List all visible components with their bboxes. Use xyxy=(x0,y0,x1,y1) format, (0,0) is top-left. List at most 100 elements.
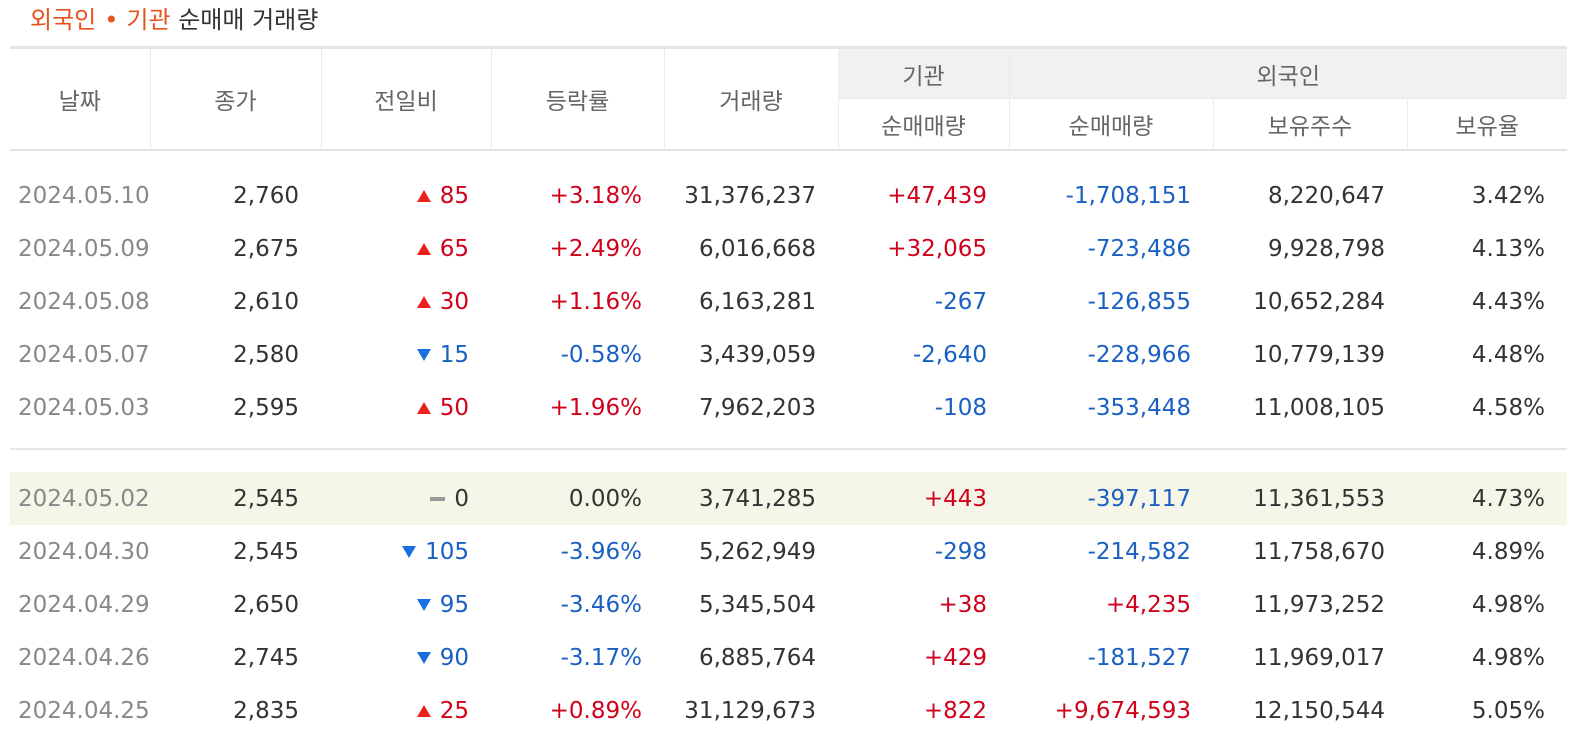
cell-foreign-hold: 11,758,670 xyxy=(1253,538,1385,565)
title-rest: 순매매 거래량 xyxy=(178,6,319,34)
cell-change-value: 30 xyxy=(439,288,469,315)
cell-close: 2,545 xyxy=(233,538,299,565)
cell-foreign-net: -1,708,151 xyxy=(1065,182,1191,209)
cell-change: 105 xyxy=(321,525,491,578)
group-header-foreign: 외국인 xyxy=(1009,49,1567,99)
cell-foreign-hold: 11,361,553 xyxy=(1213,472,1407,525)
row-group-divider xyxy=(10,448,1567,450)
col-header-foreign-ratio: 보유율 xyxy=(1407,98,1567,151)
cell-foreign-ratio: 4.89% xyxy=(1471,538,1545,565)
cell-date: 2024.04.25 xyxy=(18,697,150,724)
col-header-rate: 등락률 xyxy=(491,49,665,151)
group-separator xyxy=(10,434,1567,472)
cell-foreign-hold: 12,150,544 xyxy=(1253,697,1385,724)
cell-rate: +2.49% xyxy=(549,235,642,262)
cell-rate: +3.18% xyxy=(549,182,642,209)
down-triangle-icon xyxy=(416,651,431,664)
cell-change-value: 85 xyxy=(439,182,469,209)
cell-close: 2,650 xyxy=(233,591,299,618)
cell-inst-net: +38 xyxy=(938,591,987,618)
cell-rate: +0.89% xyxy=(549,697,642,724)
table-row: 2024.05.03 2,595 50 +1.96% 7,962,203 -108 -353… xyxy=(10,381,1567,434)
cell-volume: 7,962,203 xyxy=(698,394,816,421)
cell-date: 2024.04.30 xyxy=(18,538,150,565)
cell-close: 2,835 xyxy=(233,697,299,724)
cell-change-value: 65 xyxy=(439,235,469,262)
cell-volume: 31,129,673 xyxy=(684,697,816,724)
cell-foreign-ratio: 4.58% xyxy=(1471,394,1545,421)
down-triangle-icon xyxy=(402,545,417,558)
cell-volume: 3,741,285 xyxy=(664,472,838,525)
cell-foreign-hold: 11,008,105 xyxy=(1253,394,1385,421)
cell-change-value: 0 xyxy=(454,485,469,512)
cell-inst-net: -2,640 xyxy=(912,341,987,368)
table-body-recent: 2024.05.10 2,760 85 +3.18% 31,376,237 +47,439… xyxy=(10,150,1567,434)
cell-change: 30 xyxy=(321,275,491,328)
cell-foreign-net: +9,674,593 xyxy=(1054,697,1191,724)
cell-foreign-hold: 10,779,139 xyxy=(1253,341,1385,368)
cell-change-value: 90 xyxy=(439,644,469,671)
cell-foreign-ratio: 4.13% xyxy=(1471,235,1545,262)
cell-foreign-net: +4,235 xyxy=(1105,591,1191,618)
cell-change-value: 25 xyxy=(439,697,469,724)
down-triangle-icon xyxy=(416,598,431,611)
cell-foreign-ratio: 5.05% xyxy=(1471,697,1545,724)
cell-change-value: 50 xyxy=(439,394,469,421)
title-foreign: 외국인 xyxy=(30,6,97,34)
cell-close: 2,580 xyxy=(233,341,299,368)
cell-foreign-net: -228,966 xyxy=(1087,341,1191,368)
cell-date: 2024.05.10 xyxy=(18,182,150,209)
cell-close: 2,760 xyxy=(233,182,299,209)
cell-rate: +1.96% xyxy=(549,394,642,421)
cell-foreign-net: -353,448 xyxy=(1087,394,1191,421)
cell-change-value: 15 xyxy=(439,341,469,368)
table-row: 2024.04.25 2,835 25 +0.89% 31,129,673 +822 +9,… xyxy=(10,684,1567,737)
cell-foreign-net: -214,582 xyxy=(1087,538,1191,565)
cell-rate: -0.58% xyxy=(560,341,642,368)
cell-date: 2024.05.09 xyxy=(18,235,150,262)
cell-inst-net: +32,065 xyxy=(887,235,987,262)
group-header-institution: 기관 xyxy=(838,49,1010,99)
cell-volume: 6,016,668 xyxy=(698,235,816,262)
cell-volume: 5,345,504 xyxy=(698,591,816,618)
cell-foreign-net: -126,855 xyxy=(1087,288,1191,315)
cell-change: 50 xyxy=(321,381,491,434)
cell-date: 2024.05.07 xyxy=(18,341,150,368)
cell-foreign-ratio: 4.98% xyxy=(1471,644,1545,671)
col-header-volume: 거래량 xyxy=(664,49,839,151)
cell-rate: -3.96% xyxy=(560,538,642,565)
table-body-older: 2024.05.02 2,545 0 0.00% 3,741,285 +443 -397,1… xyxy=(10,472,1567,737)
cell-inst-net: +47,439 xyxy=(887,182,987,209)
table-row: 2024.05.08 2,610 30 +1.16% 6,163,281 -267 -126… xyxy=(10,275,1567,328)
title-dot: • xyxy=(104,6,119,34)
cell-foreign-net: -181,527 xyxy=(1087,644,1191,671)
cell-foreign-ratio: 3.42% xyxy=(1471,182,1545,209)
cell-change: 25 xyxy=(321,684,491,737)
cell-change: 65 xyxy=(321,222,491,275)
table-row: 2024.04.29 2,650 95 -3.46% 5,345,504 +38 +4,23… xyxy=(10,578,1567,631)
cell-volume: 6,163,281 xyxy=(698,288,816,315)
up-triangle-icon xyxy=(416,242,431,255)
cell-date: 2024.04.26 xyxy=(18,644,150,671)
cell-foreign-hold: 9,928,798 xyxy=(1267,235,1385,262)
cell-date: 2024.05.08 xyxy=(18,288,150,315)
cell-foreign-hold: 10,652,284 xyxy=(1253,288,1385,315)
down-triangle-icon xyxy=(416,348,431,361)
table-row: 2024.05.09 2,675 65 +2.49% 6,016,668 +32,065 -… xyxy=(10,222,1567,275)
cell-foreign-hold: 8,220,647 xyxy=(1267,182,1385,209)
col-header-date: 날짜 xyxy=(10,49,151,151)
cell-rate: -3.46% xyxy=(560,591,642,618)
col-header-foreign-hold: 보유주수 xyxy=(1213,98,1408,151)
cell-close: 2,675 xyxy=(233,235,299,262)
flat-dash-icon xyxy=(430,496,446,501)
table-row: 2024.05.02 2,545 0 0.00% 3,741,285 +443 -397,1… xyxy=(10,472,1567,525)
cell-close: 2,610 xyxy=(233,288,299,315)
cell-foreign-net: -723,486 xyxy=(1087,235,1191,262)
cell-rate: +1.16% xyxy=(549,288,642,315)
cell-volume: 5,262,949 xyxy=(698,538,816,565)
cell-inst-net: -267 xyxy=(934,288,987,315)
cell-inst-net: -298 xyxy=(934,538,987,565)
cell-change-value: 105 xyxy=(425,538,469,565)
cell-change: 15 xyxy=(321,328,491,381)
col-header-close: 종가 xyxy=(150,49,322,151)
